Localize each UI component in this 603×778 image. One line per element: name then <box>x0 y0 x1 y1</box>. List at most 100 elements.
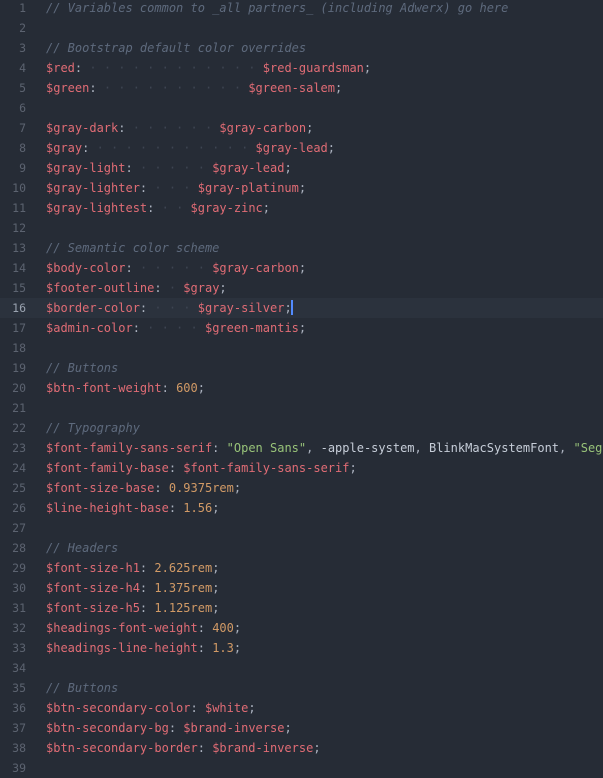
scss-variable: $gray-lead <box>212 161 284 175</box>
code-punctuation: ; <box>248 701 255 715</box>
code-line[interactable]: 25$font-size-base: 0.9375rem; <box>0 478 603 498</box>
code-line[interactable]: 12 <box>0 218 603 238</box>
whitespace-marker: · · <box>154 201 190 215</box>
code-text <box>46 658 603 678</box>
code-punctuation: : <box>133 321 140 335</box>
code-line[interactable]: 10$gray-lighter: · · · $gray-platinum; <box>0 178 603 198</box>
code-line[interactable]: 19 // Buttons <box>0 358 603 378</box>
code-line[interactable]: 17$admin-color: · · · · $green-mantis; <box>0 318 603 338</box>
code-line[interactable]: 36$btn-secondary-color: $white; <box>0 698 603 718</box>
line-number: 11 <box>0 198 26 218</box>
code-line[interactable]: 13// Semantic color scheme <box>0 238 603 258</box>
code-line[interactable]: 31$font-size-h5: 1.125rem; <box>0 598 603 618</box>
code-punctuation: ; <box>212 501 219 515</box>
code-punctuation: : <box>169 461 176 475</box>
code-line[interactable]: 3// Bootstrap default color overrides <box>0 38 603 58</box>
code-number: 1.3 <box>212 641 234 655</box>
code-line[interactable]: 16$border-color: · · · $gray-silver; <box>0 298 603 318</box>
code-line[interactable]: 34 <box>0 658 603 678</box>
code-text: $btn-secondary-border: $brand-inverse; <box>46 738 603 758</box>
code-punctuation: : <box>169 501 176 515</box>
line-number: 1 <box>0 0 26 18</box>
code-text: $font-family-sans-serif: "Open Sans", -a… <box>46 438 603 458</box>
code-text: $btn-secondary-color: $white; <box>46 698 603 718</box>
code-punctuation: ; <box>364 61 371 75</box>
code-line[interactable]: 7$gray-dark: · · · · · · $gray-carbon; <box>0 118 603 138</box>
code-line[interactable]: 21 <box>0 398 603 418</box>
scss-variable: $font-size-h4 <box>46 581 140 595</box>
whitespace-marker: · · · · <box>140 321 205 335</box>
code-line[interactable]: 8$gray: · · · · · · · · · · · $gray-lead… <box>0 138 603 158</box>
code-text: $admin-color: · · · · $green-mantis; <box>46 318 603 338</box>
code-line[interactable]: 35// Buttons <box>0 678 603 698</box>
code-line[interactable]: 26$line-height-base: 1.56; <box>0 498 603 518</box>
line-number: 19 <box>0 358 26 378</box>
code-line[interactable]: 37$btn-secondary-bg: $brand-inverse; <box>0 718 603 738</box>
code-line[interactable]: 4$red: · · · · · · · · · · · · $red-guar… <box>0 58 603 78</box>
code-number: 2.625rem <box>154 561 212 575</box>
code-text: $footer-outline: · $gray; <box>46 278 603 298</box>
code-line[interactable]: 32$headings-font-weight: 400; <box>0 618 603 638</box>
scss-variable: $brand-inverse <box>212 741 313 755</box>
code-text: $gray: · · · · · · · · · · · $gray-lead; <box>46 138 603 158</box>
line-number: 22 <box>0 418 26 438</box>
code-punctuation: : <box>89 81 96 95</box>
code-punctuation: ; <box>212 581 219 595</box>
line-number: 32 <box>0 618 26 638</box>
code-line[interactable]: 30$font-size-h4: 1.375rem; <box>0 578 603 598</box>
line-number: 14 <box>0 258 26 278</box>
whitespace-marker <box>219 441 226 455</box>
scss-variable: $btn-secondary-border <box>46 741 198 755</box>
code-line[interactable]: 29$font-size-h1: 2.625rem; <box>0 558 603 578</box>
code-line[interactable]: 27 <box>0 518 603 538</box>
whitespace-marker <box>198 701 205 715</box>
code-punctuation: ; <box>328 141 335 155</box>
code-line[interactable]: 2 <box>0 18 603 38</box>
code-comment: // Typography <box>46 421 140 435</box>
line-number: 6 <box>0 98 26 118</box>
code-punctuation: ; <box>284 161 291 175</box>
whitespace-marker <box>422 441 429 455</box>
code-text: // Buttons <box>46 358 603 378</box>
whitespace-marker: · · · · · · · · · · <box>97 81 249 95</box>
code-line[interactable]: 9$gray-light: · · · · · $gray-lead; <box>0 158 603 178</box>
code-line[interactable]: 23$font-family-sans-serif: "Open Sans", … <box>0 438 603 458</box>
code-identifier: BlinkMacSystemFont <box>429 441 559 455</box>
whitespace-marker: · · · · · · <box>125 121 219 135</box>
code-line[interactable]: 11$gray-lightest: · · $gray-zinc; <box>0 198 603 218</box>
code-comment: // Semantic color scheme <box>46 241 219 255</box>
line-number: 12 <box>0 218 26 238</box>
code-editor[interactable]: 1// Variables common to _all partners_ (… <box>0 0 603 774</box>
line-number: 20 <box>0 378 26 398</box>
scss-variable: $font-family-sans-serif <box>183 461 349 475</box>
whitespace-marker: · · · <box>147 181 198 195</box>
code-line[interactable]: 22 // Typography <box>0 418 603 438</box>
scss-variable: $font-size-h5 <box>46 601 140 615</box>
code-punctuation: ; <box>212 601 219 615</box>
code-punctuation: ; <box>219 281 226 295</box>
code-number: 1.56 <box>183 501 212 515</box>
line-number: 26 <box>0 498 26 518</box>
line-number: 31 <box>0 598 26 618</box>
line-number: 2 <box>0 18 26 38</box>
scss-variable: $gray-lighter <box>46 181 140 195</box>
code-line[interactable]: 24$font-family-base: $font-family-sans-s… <box>0 458 603 478</box>
scss-variable: $headings-line-height <box>46 641 198 655</box>
code-line[interactable]: 28// Headers <box>0 538 603 558</box>
code-line[interactable]: 1// Variables common to _all partners_ (… <box>0 0 603 18</box>
code-line[interactable]: 5$green: · · · · · · · · · · $green-sale… <box>0 78 603 98</box>
code-line[interactable]: 33$headings-line-height: 1.3; <box>0 638 603 658</box>
code-line[interactable]: 20$btn-font-weight: 600; <box>0 378 603 398</box>
scss-variable: $red <box>46 61 75 75</box>
code-line[interactable]: 14$body-color: · · · · · $gray-carbon; <box>0 258 603 278</box>
code-line[interactable]: 15$footer-outline: · $gray; <box>0 278 603 298</box>
scss-variable: $green <box>46 81 89 95</box>
scss-variable: $font-family-base <box>46 461 169 475</box>
code-line[interactable]: 39 <box>0 758 603 778</box>
code-line[interactable]: 18 <box>0 338 603 358</box>
whitespace-marker <box>162 481 169 495</box>
code-line[interactable]: 6 <box>0 98 603 118</box>
code-punctuation: : <box>125 161 132 175</box>
code-line[interactable]: 38$btn-secondary-border: $brand-inverse; <box>0 738 603 758</box>
whitespace-marker: · · · · · · · · · · · <box>89 141 255 155</box>
